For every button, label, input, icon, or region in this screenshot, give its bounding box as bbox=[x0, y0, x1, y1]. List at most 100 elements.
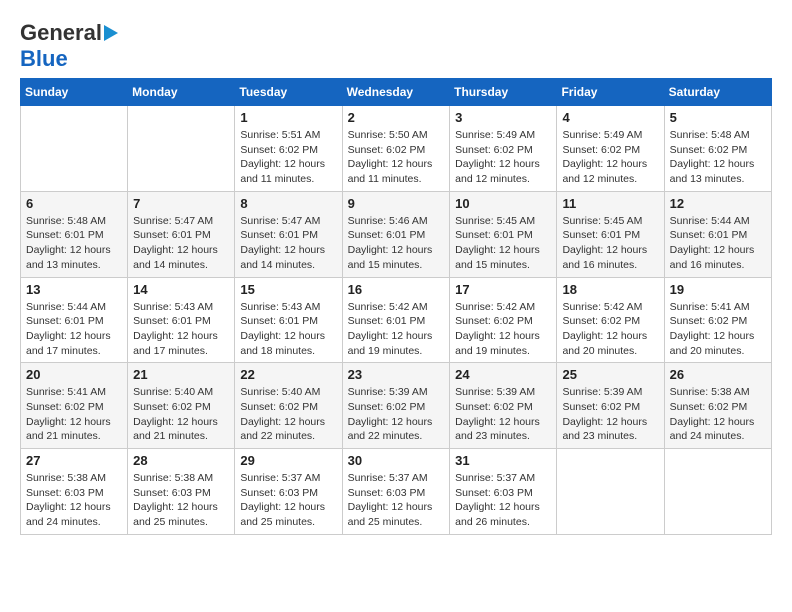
calendar-cell: 16Sunrise: 5:42 AMSunset: 6:01 PMDayligh… bbox=[342, 277, 450, 363]
day-info: Sunrise: 5:47 AMSunset: 6:01 PMDaylight:… bbox=[240, 214, 336, 273]
day-info: Sunrise: 5:39 AMSunset: 6:02 PMDaylight:… bbox=[455, 385, 551, 444]
day-number: 9 bbox=[348, 196, 445, 211]
day-info: Sunrise: 5:45 AMSunset: 6:01 PMDaylight:… bbox=[455, 214, 551, 273]
calendar-header-thursday: Thursday bbox=[450, 79, 557, 106]
day-number: 18 bbox=[562, 282, 658, 297]
day-number: 8 bbox=[240, 196, 336, 211]
day-info: Sunrise: 5:42 AMSunset: 6:02 PMDaylight:… bbox=[562, 300, 658, 359]
day-info: Sunrise: 5:49 AMSunset: 6:02 PMDaylight:… bbox=[562, 128, 658, 187]
day-info: Sunrise: 5:41 AMSunset: 6:02 PMDaylight:… bbox=[26, 385, 122, 444]
calendar-cell bbox=[557, 449, 664, 535]
day-info: Sunrise: 5:44 AMSunset: 6:01 PMDaylight:… bbox=[670, 214, 766, 273]
calendar-cell: 1 Sunrise: 5:51 AMSunset: 6:02 PMDaylight… bbox=[235, 106, 342, 192]
day-number: 28 bbox=[133, 453, 229, 468]
calendar-header-sunday: Sunday bbox=[21, 79, 128, 106]
day-number: 25 bbox=[562, 367, 658, 382]
day-info: Sunrise: 5:50 AMSunset: 6:02 PMDaylight:… bbox=[348, 128, 445, 187]
logo: General Blue bbox=[20, 20, 118, 72]
day-number: 29 bbox=[240, 453, 336, 468]
day-number: 17 bbox=[455, 282, 551, 297]
calendar-cell: 20Sunrise: 5:41 AMSunset: 6:02 PMDayligh… bbox=[21, 363, 128, 449]
day-number: 1 bbox=[240, 110, 336, 125]
day-info: Sunrise: 5:46 AMSunset: 6:01 PMDaylight:… bbox=[348, 214, 445, 273]
calendar-cell: 24 Sunrise: 5:39 AMSunset: 6:02 PMDayligh… bbox=[450, 363, 557, 449]
day-info: Sunrise: 5:40 AMSunset: 6:02 PMDaylight:… bbox=[240, 385, 336, 444]
calendar-cell bbox=[21, 106, 128, 192]
day-info: Sunrise: 5:38 AMSunset: 6:02 PMDaylight:… bbox=[670, 385, 766, 444]
day-info: Sunrise: 5:37 AMSunset: 6:03 PMDaylight:… bbox=[455, 471, 551, 530]
day-number: 7 bbox=[133, 196, 229, 211]
day-number: 22 bbox=[240, 367, 336, 382]
calendar-cell: 28 Sunrise: 5:38 AMSunset: 6:03 PMDayligh… bbox=[128, 449, 235, 535]
calendar-cell: 23 Sunrise: 5:39 AMSunset: 6:02 PMDayligh… bbox=[342, 363, 450, 449]
day-number: 31 bbox=[455, 453, 551, 468]
day-number: 13 bbox=[26, 282, 122, 297]
day-number: 5 bbox=[670, 110, 766, 125]
calendar-week-row: 1 Sunrise: 5:51 AMSunset: 6:02 PMDaylight… bbox=[21, 106, 772, 192]
calendar-cell: 17 Sunrise: 5:42 AMSunset: 6:02 PMDayligh… bbox=[450, 277, 557, 363]
day-info: Sunrise: 5:51 AMSunset: 6:02 PMDaylight:… bbox=[240, 128, 336, 187]
day-info: Sunrise: 5:47 AMSunset: 6:01 PMDaylight:… bbox=[133, 214, 229, 273]
day-number: 15 bbox=[240, 282, 336, 297]
day-info: Sunrise: 5:39 AMSunset: 6:02 PMDaylight:… bbox=[348, 385, 445, 444]
day-number: 14 bbox=[133, 282, 229, 297]
calendar-cell: 14 Sunrise: 5:43 AMSunset: 6:01 PMDayligh… bbox=[128, 277, 235, 363]
calendar-cell: 13 Sunrise: 5:44 AMSunset: 6:01 PMDayligh… bbox=[21, 277, 128, 363]
day-info: Sunrise: 5:44 AMSunset: 6:01 PMDaylight:… bbox=[26, 300, 122, 359]
calendar-header-friday: Friday bbox=[557, 79, 664, 106]
day-info: Sunrise: 5:45 AMSunset: 6:01 PMDaylight:… bbox=[562, 214, 658, 273]
day-number: 23 bbox=[348, 367, 445, 382]
day-info: Sunrise: 5:43 AMSunset: 6:01 PMDaylight:… bbox=[240, 300, 336, 359]
calendar-week-row: 6 Sunrise: 5:48 AMSunset: 6:01 PMDaylight… bbox=[21, 191, 772, 277]
day-info: Sunrise: 5:38 AMSunset: 6:03 PMDaylight:… bbox=[133, 471, 229, 530]
calendar-cell: 19 Sunrise: 5:41 AMSunset: 6:02 PMDayligh… bbox=[664, 277, 771, 363]
logo-blue: Blue bbox=[20, 46, 68, 72]
calendar-cell: 18 Sunrise: 5:42 AMSunset: 6:02 PMDayligh… bbox=[557, 277, 664, 363]
calendar-cell: 9 Sunrise: 5:46 AMSunset: 6:01 PMDaylight… bbox=[342, 191, 450, 277]
day-info: Sunrise: 5:37 AMSunset: 6:03 PMDaylight:… bbox=[240, 471, 336, 530]
calendar-cell: 31 Sunrise: 5:37 AMSunset: 6:03 PMDayligh… bbox=[450, 449, 557, 535]
calendar-cell: 30Sunrise: 5:37 AMSunset: 6:03 PMDayligh… bbox=[342, 449, 450, 535]
logo-arrow-icon bbox=[104, 25, 118, 41]
calendar-week-row: 20Sunrise: 5:41 AMSunset: 6:02 PMDayligh… bbox=[21, 363, 772, 449]
calendar-cell: 2 Sunrise: 5:50 AMSunset: 6:02 PMDaylight… bbox=[342, 106, 450, 192]
calendar-cell bbox=[664, 449, 771, 535]
day-info: Sunrise: 5:48 AMSunset: 6:01 PMDaylight:… bbox=[26, 214, 122, 273]
calendar-cell: 4 Sunrise: 5:49 AMSunset: 6:02 PMDaylight… bbox=[557, 106, 664, 192]
day-info: Sunrise: 5:42 AMSunset: 6:02 PMDaylight:… bbox=[455, 300, 551, 359]
day-number: 27 bbox=[26, 453, 122, 468]
calendar-cell: 12 Sunrise: 5:44 AMSunset: 6:01 PMDayligh… bbox=[664, 191, 771, 277]
calendar-cell: 11 Sunrise: 5:45 AMSunset: 6:01 PMDayligh… bbox=[557, 191, 664, 277]
day-number: 16 bbox=[348, 282, 445, 297]
day-number: 12 bbox=[670, 196, 766, 211]
day-info: Sunrise: 5:40 AMSunset: 6:02 PMDaylight:… bbox=[133, 385, 229, 444]
calendar-cell: 10Sunrise: 5:45 AMSunset: 6:01 PMDayligh… bbox=[450, 191, 557, 277]
day-info: Sunrise: 5:49 AMSunset: 6:02 PMDaylight:… bbox=[455, 128, 551, 187]
day-number: 4 bbox=[562, 110, 658, 125]
calendar-cell: 22 Sunrise: 5:40 AMSunset: 6:02 PMDayligh… bbox=[235, 363, 342, 449]
calendar-cell: 26 Sunrise: 5:38 AMSunset: 6:02 PMDayligh… bbox=[664, 363, 771, 449]
day-number: 6 bbox=[26, 196, 122, 211]
logo-general: General bbox=[20, 20, 102, 46]
calendar-week-row: 27 Sunrise: 5:38 AMSunset: 6:03 PMDayligh… bbox=[21, 449, 772, 535]
day-number: 19 bbox=[670, 282, 766, 297]
day-number: 24 bbox=[455, 367, 551, 382]
calendar-cell: 15 Sunrise: 5:43 AMSunset: 6:01 PMDayligh… bbox=[235, 277, 342, 363]
day-number: 30 bbox=[348, 453, 445, 468]
calendar-cell: 25Sunrise: 5:39 AMSunset: 6:02 PMDayligh… bbox=[557, 363, 664, 449]
day-number: 11 bbox=[562, 196, 658, 211]
day-number: 26 bbox=[670, 367, 766, 382]
day-info: Sunrise: 5:41 AMSunset: 6:02 PMDaylight:… bbox=[670, 300, 766, 359]
calendar-cell: 6 Sunrise: 5:48 AMSunset: 6:01 PMDaylight… bbox=[21, 191, 128, 277]
calendar-cell: 27 Sunrise: 5:38 AMSunset: 6:03 PMDayligh… bbox=[21, 449, 128, 535]
calendar-cell: 3Sunrise: 5:49 AMSunset: 6:02 PMDaylight… bbox=[450, 106, 557, 192]
calendar-header-tuesday: Tuesday bbox=[235, 79, 342, 106]
day-info: Sunrise: 5:38 AMSunset: 6:03 PMDaylight:… bbox=[26, 471, 122, 530]
calendar-cell bbox=[128, 106, 235, 192]
page-header: General Blue bbox=[20, 20, 772, 72]
day-info: Sunrise: 5:48 AMSunset: 6:02 PMDaylight:… bbox=[670, 128, 766, 187]
calendar-cell: 7 Sunrise: 5:47 AMSunset: 6:01 PMDaylight… bbox=[128, 191, 235, 277]
day-number: 2 bbox=[348, 110, 445, 125]
calendar-week-row: 13 Sunrise: 5:44 AMSunset: 6:01 PMDayligh… bbox=[21, 277, 772, 363]
day-info: Sunrise: 5:43 AMSunset: 6:01 PMDaylight:… bbox=[133, 300, 229, 359]
